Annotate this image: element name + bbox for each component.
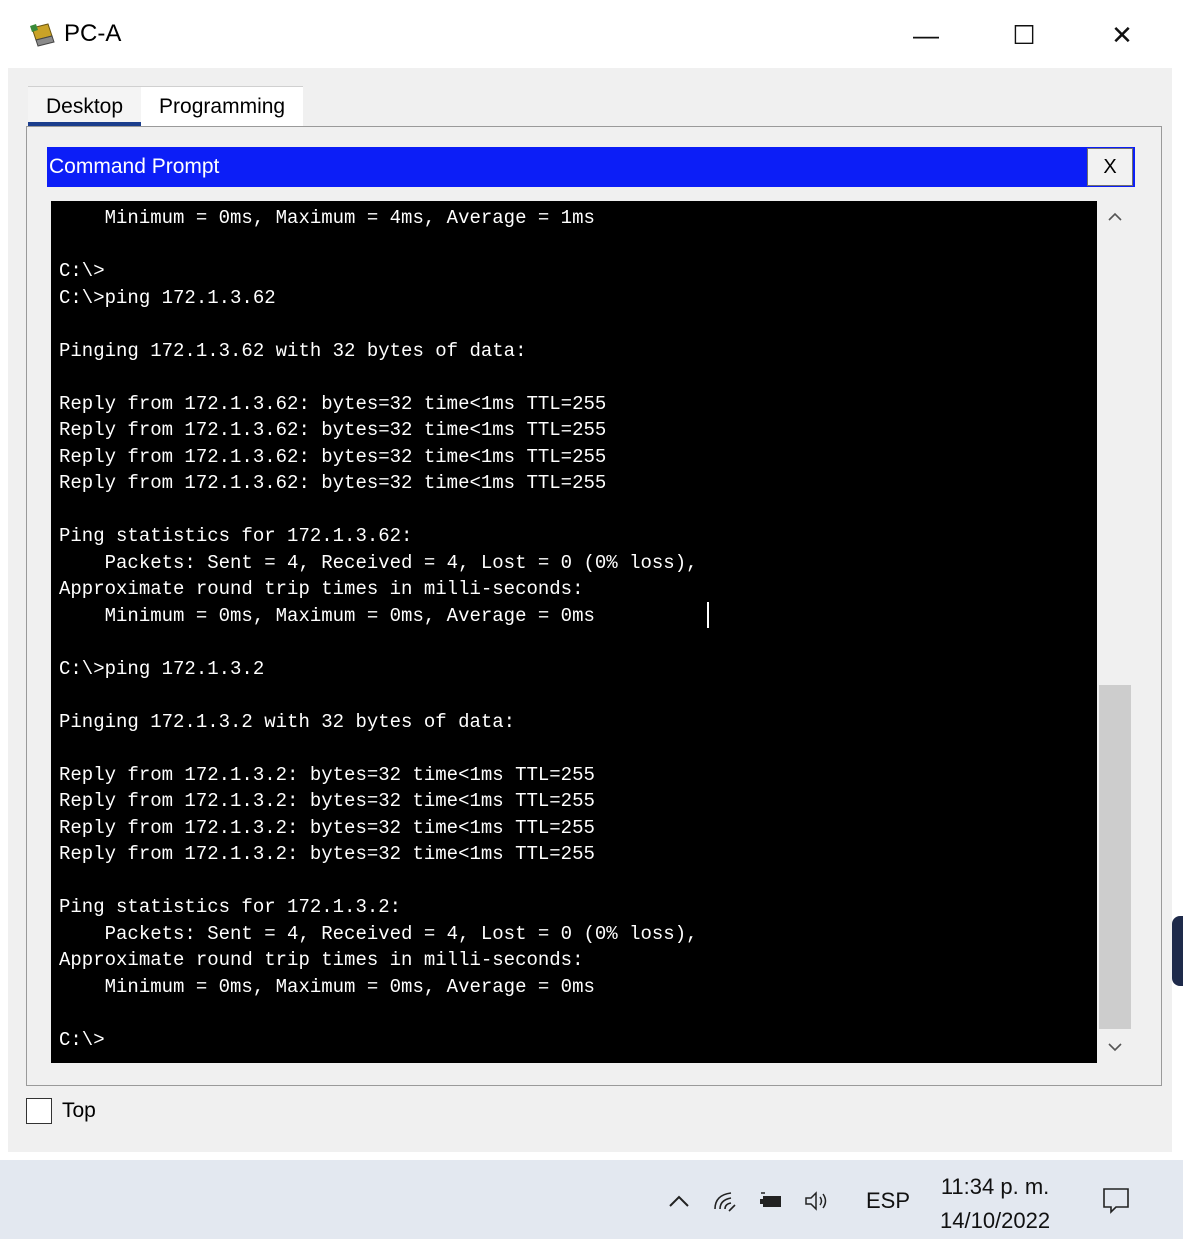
- notification-icon[interactable]: [1100, 1184, 1132, 1216]
- terminal-line: Reply from 172.1.3.2: bytes=32 time<1ms …: [59, 763, 595, 786]
- terminal-line: Pinging 172.1.3.2 with 32 bytes of data:: [59, 710, 516, 733]
- battery-icon[interactable]: [752, 1186, 790, 1216]
- minimize-button[interactable]: —: [896, 12, 956, 58]
- terminal-line: Pinging 172.1.3.62 with 32 bytes of data…: [59, 339, 527, 362]
- terminal-line: C:\>: [59, 1028, 105, 1051]
- desktop-panel: Command Prompt X Minimum = 0ms, Maximum …: [26, 126, 1162, 1086]
- system-tray: [660, 1186, 844, 1216]
- title-bar[interactable]: PC-A — ☐ ✕: [0, 0, 1172, 68]
- app-window: PC-A — ☐ ✕ Desktop Programming Command P…: [0, 0, 1172, 1152]
- scroll-up-button[interactable]: [1097, 201, 1133, 233]
- top-checkbox[interactable]: [26, 1098, 52, 1124]
- terminal-output[interactable]: Minimum = 0ms, Maximum = 4ms, Average = …: [51, 201, 1097, 1063]
- scroll-down-button[interactable]: [1097, 1031, 1133, 1063]
- language-indicator[interactable]: ESP: [866, 1188, 910, 1214]
- tab-desktop[interactable]: Desktop: [28, 86, 142, 126]
- text-cursor: [707, 602, 709, 628]
- tab-bar: Desktop Programming: [28, 86, 304, 126]
- terminal-line: Approximate round trip times in milli-se…: [59, 578, 584, 600]
- terminal-line: Ping statistics for 172.1.3.2:: [59, 896, 402, 918]
- terminal-line: Reply from 172.1.3.62: bytes=32 time<1ms…: [59, 445, 607, 468]
- terminal-line: Ping statistics for 172.1.3.62:: [59, 525, 413, 547]
- top-checkbox-label: Top: [62, 1099, 96, 1122]
- command-prompt-close-button[interactable]: X: [1087, 148, 1133, 186]
- system-clock[interactable]: 11:34 p. m. 14/10/2022: [940, 1170, 1050, 1238]
- clock-time: 11:34 p. m.: [940, 1174, 1050, 1199]
- volume-icon[interactable]: [798, 1186, 836, 1216]
- scroll-thumb[interactable]: [1099, 685, 1131, 1029]
- pc-app-icon: [30, 23, 55, 47]
- terminal-line: C:\>: [59, 260, 105, 282]
- terminal-line: Reply from 172.1.3.62: bytes=32 time<1ms…: [59, 472, 607, 494]
- window-client-area: Desktop Programming Command Prompt X Min…: [8, 68, 1172, 1152]
- terminal-line: Minimum = 0ms, Maximum = 0ms, Average = …: [59, 604, 595, 627]
- terminal-line: Reply from 172.1.3.2: bytes=32 time<1ms …: [59, 843, 595, 865]
- terminal-lines: Minimum = 0ms, Maximum = 4ms, Average = …: [59, 205, 1097, 1053]
- terminal-line: Reply from 172.1.3.2: bytes=32 time<1ms …: [59, 790, 595, 812]
- terminal-line: C:\>ping 172.1.3.2: [59, 657, 265, 680]
- terminal-line: Minimum = 0ms, Maximum = 4ms, Average = …: [59, 207, 595, 229]
- terminal-line: Reply from 172.1.3.62: bytes=32 time<1ms…: [59, 392, 607, 415]
- terminal-line: Reply from 172.1.3.62: bytes=32 time<1ms…: [59, 419, 607, 441]
- terminal-line: C:\>ping 172.1.3.62: [59, 286, 276, 309]
- chevron-up-icon[interactable]: [660, 1186, 698, 1216]
- close-window-button[interactable]: ✕: [1092, 12, 1152, 58]
- command-prompt-header: Command Prompt X: [47, 147, 1135, 187]
- chevron-down-icon: [1108, 1043, 1122, 1052]
- terminal-scrollbar[interactable]: [1097, 201, 1133, 1063]
- command-prompt-title: Command Prompt: [49, 155, 220, 178]
- terminal-line: Reply from 172.1.3.2: bytes=32 time<1ms …: [59, 816, 595, 839]
- maximize-button[interactable]: ☐: [994, 12, 1054, 58]
- window-title: PC-A: [64, 20, 122, 47]
- clock-date: 14/10/2022: [940, 1208, 1051, 1233]
- taskbar: ESP 11:34 p. m. 14/10/2022: [0, 1160, 1183, 1239]
- partial-background-element: [1172, 916, 1183, 986]
- wifi-icon[interactable]: [706, 1186, 744, 1216]
- top-option[interactable]: Top: [26, 1098, 96, 1124]
- terminal-line: Packets: Sent = 4, Received = 4, Lost = …: [59, 551, 698, 574]
- terminal-line: Packets: Sent = 4, Received = 4, Lost = …: [59, 922, 698, 945]
- terminal-line: Approximate round trip times in milli-se…: [59, 949, 584, 971]
- tab-programming[interactable]: Programming: [141, 86, 304, 126]
- terminal-line: Minimum = 0ms, Maximum = 0ms, Average = …: [59, 975, 595, 998]
- chevron-up-icon: [1108, 212, 1122, 221]
